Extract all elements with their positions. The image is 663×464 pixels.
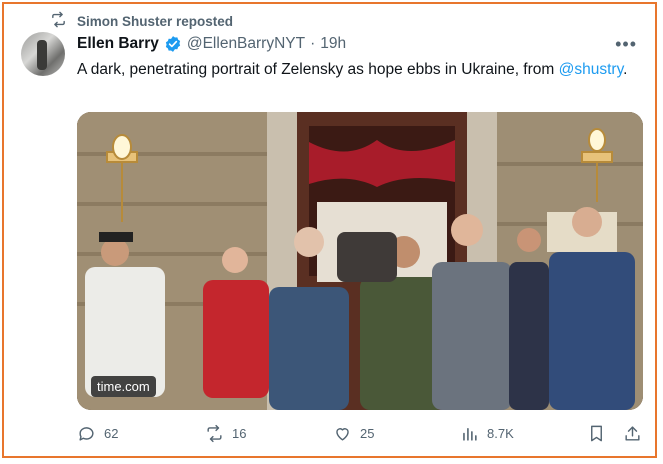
analytics-icon — [463, 427, 477, 441]
heart-icon — [336, 428, 349, 441]
like-count: 25 — [360, 426, 375, 441]
media-photo — [77, 112, 643, 410]
repost-text: Simon Shuster reposted — [77, 13, 234, 29]
bookmark-button[interactable] — [587, 424, 606, 443]
separator-dot: · — [310, 35, 316, 52]
reply-icon — [79, 427, 94, 441]
like-button[interactable]: 25 — [333, 424, 374, 443]
repost-icon — [207, 424, 222, 443]
media-source-label[interactable]: time.com — [91, 376, 156, 397]
author-handle[interactable]: @EllenBarryNYT — [187, 35, 305, 53]
timestamp[interactable]: 19h — [320, 35, 346, 53]
author-name[interactable]: Ellen Barry — [77, 35, 159, 53]
repost-button[interactable]: 16 — [205, 424, 246, 443]
tweet-media-image[interactable]: time.com — [77, 112, 643, 410]
verified-badge-icon[interactable] — [164, 35, 182, 53]
reply-count: 62 — [104, 426, 119, 441]
tweet-text: A dark, penetrating portrait of Zelensky… — [77, 59, 637, 80]
repost-count: 16 — [232, 426, 247, 441]
bookmark-icon — [591, 425, 602, 442]
tweet-text-end: . — [623, 61, 628, 78]
views-button[interactable]: 8.7K — [460, 424, 514, 443]
tweet-header: Ellen Barry @EllenBarryNYT · 19h — [77, 35, 346, 53]
repost-icon — [50, 11, 67, 31]
views-count: 8.7K — [487, 426, 514, 441]
more-options-icon[interactable]: ••• — [615, 34, 637, 55]
tweet-actions: 62 16 25 8.7K — [77, 424, 647, 446]
repost-context[interactable]: Simon Shuster reposted — [50, 11, 233, 31]
share-icon — [625, 426, 640, 441]
tweet-text-body: A dark, penetrating portrait of Zelensky… — [77, 61, 559, 78]
share-button[interactable] — [623, 424, 642, 443]
avatar[interactable] — [21, 32, 65, 76]
reply-button[interactable]: 62 — [77, 424, 118, 443]
tweet-card: Simon Shuster reposted Ellen Barry @Elle… — [2, 2, 657, 458]
mention-link[interactable]: @shustry — [559, 61, 624, 78]
